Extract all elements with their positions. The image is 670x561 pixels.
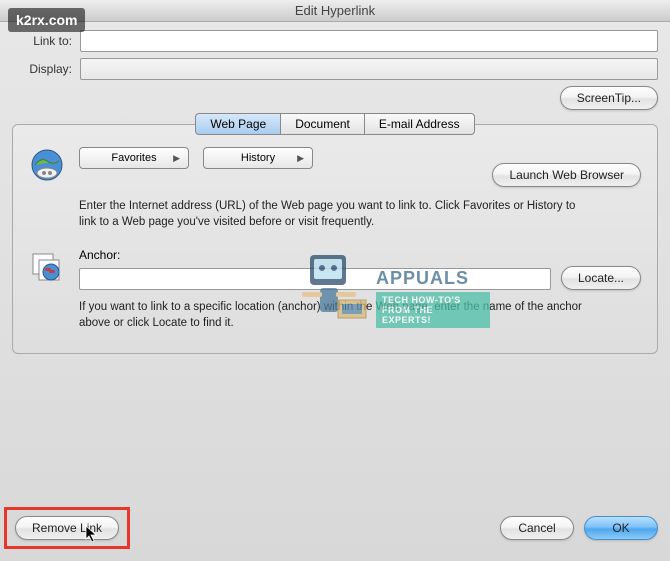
ok-button[interactable]: OK xyxy=(584,516,658,540)
display-label: Display: xyxy=(12,62,72,76)
link-panel: Web Page Document E-mail Address Favorit… xyxy=(12,124,658,354)
site-watermark: k2rx.com xyxy=(8,8,85,32)
tab-email[interactable]: E-mail Address xyxy=(364,113,475,135)
linkto-label: Link to: xyxy=(12,34,72,48)
anchor-label: Anchor: xyxy=(79,248,641,262)
screentip-button[interactable]: ScreenTip... xyxy=(560,86,658,110)
tab-web-page[interactable]: Web Page xyxy=(195,113,281,135)
globe-icon xyxy=(29,147,65,183)
linkto-input[interactable] xyxy=(80,30,658,52)
favorites-label: Favorites xyxy=(111,152,156,164)
remove-link-highlight: Remove Link xyxy=(4,507,130,549)
launch-browser-button[interactable]: Launch Web Browser xyxy=(492,163,641,187)
link-icon xyxy=(29,248,65,284)
url-help-text: Enter the Internet address (URL) of the … xyxy=(79,199,589,230)
chevron-right-icon: ▶ xyxy=(173,153,180,164)
cancel-button[interactable]: Cancel xyxy=(500,516,574,540)
tab-document[interactable]: Document xyxy=(280,113,365,135)
anchor-help-text: If you want to link to a specific locati… xyxy=(79,300,589,331)
favorites-popup[interactable]: Favorites ▶ xyxy=(79,147,189,169)
chevron-right-icon: ▶ xyxy=(297,153,304,164)
anchor-input[interactable] xyxy=(79,268,551,290)
locate-button[interactable]: Locate... xyxy=(561,266,641,290)
cursor-icon xyxy=(85,525,99,548)
window-title: Edit Hyperlink xyxy=(0,0,670,22)
remove-link-button[interactable]: Remove Link xyxy=(15,516,119,540)
history-label: History xyxy=(241,152,275,164)
display-input[interactable] xyxy=(80,58,658,80)
history-popup[interactable]: History ▶ xyxy=(203,147,313,169)
